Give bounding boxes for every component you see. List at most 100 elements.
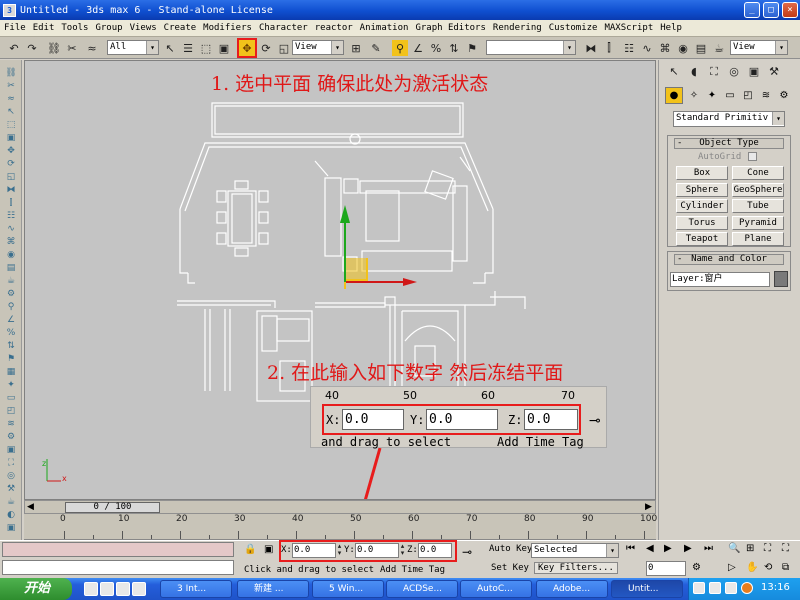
zoom-all-icon[interactable]: ⊞	[746, 543, 754, 554]
manipulate-icon[interactable]: ✎	[368, 40, 384, 56]
schematic-icon[interactable]: ⌘	[3, 235, 19, 248]
quicklaunch-desktop-icon[interactable]	[100, 582, 114, 596]
render-scene-icon[interactable]: ▤	[693, 40, 709, 56]
select-and-move-icon[interactable]: ✥	[237, 38, 257, 58]
spinner-snap-icon[interactable]: ⇅	[446, 40, 462, 56]
inset-y-field[interactable]: 0.0	[426, 409, 498, 430]
pivot-center-icon[interactable]: ⊞	[348, 40, 364, 56]
display-tab-icon[interactable]: ▣	[745, 63, 763, 80]
prev-frame-icon[interactable]: ◀	[646, 543, 654, 554]
pan-icon[interactable]: ✋	[746, 562, 758, 573]
angle-snap-icon[interactable]: ∠	[410, 40, 426, 56]
menu-views[interactable]: Views	[126, 23, 160, 33]
primitive-geosphere-button[interactable]: GeoSphere	[732, 182, 784, 197]
quicklaunch-media-icon[interactable]	[116, 582, 130, 596]
rotate-icon[interactable]: ⟳	[258, 40, 274, 56]
menu-modifiers[interactable]: Modifiers	[199, 23, 255, 33]
snaps-toggle-icon[interactable]: ⚲	[392, 40, 408, 56]
tray-language-icon[interactable]	[693, 582, 705, 594]
primitive-box-button[interactable]: Box	[676, 166, 728, 180]
menu-animation[interactable]: Animation	[356, 23, 412, 33]
maxscript-listener-pink[interactable]	[2, 542, 234, 557]
percent-snap-icon[interactable]: %	[428, 40, 444, 56]
zoom-icon[interactable]: 🔍	[728, 543, 740, 554]
unlink-icon[interactable]: ✂	[3, 79, 19, 92]
y-spinner[interactable]: ▴ ▾	[399, 543, 406, 558]
set-key-button[interactable]: Set Key	[491, 563, 529, 573]
taskbar-item[interactable]: Untit...	[611, 580, 683, 598]
perspective-viewport[interactable]: 1. 选中平面 确保此处为激活状态 2. 在此输入如下数字 然后冻结平面 z x…	[24, 60, 656, 500]
maxscript-listener-white[interactable]	[2, 560, 234, 575]
align-icon[interactable]: ⫿	[601, 40, 617, 56]
go-to-start-icon[interactable]: ⏮	[626, 543, 635, 554]
menu-group[interactable]: Group	[91, 23, 125, 33]
reference-coordinate-select[interactable]: View	[292, 40, 344, 55]
layer-manager-icon[interactable]: ☷	[621, 40, 637, 56]
primitive-tube-button[interactable]: Tube	[732, 199, 784, 213]
zoom-extents-all-icon[interactable]: ⛶	[782, 543, 789, 554]
scale-icon[interactable]: ◱	[3, 170, 19, 183]
shapes-icon[interactable]: ✧	[685, 87, 703, 104]
material-editor-icon[interactable]: ◉	[3, 248, 19, 261]
go-to-end-icon[interactable]: ⏭	[704, 543, 713, 554]
quicklaunch-folder-icon[interactable]	[132, 582, 146, 596]
bind-space-warp-icon[interactable]: ≈	[84, 40, 100, 56]
menu-file[interactable]: File	[0, 23, 29, 33]
menu-character[interactable]: Character	[255, 23, 311, 33]
x-spinner[interactable]: ▴ ▾	[336, 543, 343, 558]
rotate-icon[interactable]: ⟳	[3, 157, 19, 170]
object-type-header[interactable]: - Object Type	[674, 138, 784, 149]
select-object-icon[interactable]: ↖	[162, 40, 178, 56]
start-button[interactable]: 开始	[0, 578, 72, 600]
hierarchy-icon[interactable]: ⛶	[3, 456, 19, 469]
maximize-viewport-icon[interactable]: ⧉	[782, 562, 789, 573]
minimize-icon[interactable]: _	[744, 2, 760, 18]
select-region-icon[interactable]: ⬚	[3, 118, 19, 131]
select-region-icon[interactable]: ⬚	[198, 40, 214, 56]
unlink-icon[interactable]: ✂	[64, 40, 80, 56]
utilities-tab-icon[interactable]: ⚒	[765, 63, 783, 80]
taskbar-item[interactable]: ACDSe...	[386, 580, 458, 598]
menu-graph-editors[interactable]: Graph Editors	[411, 23, 488, 33]
menu-rendering[interactable]: Rendering	[489, 23, 545, 33]
zoom-extents-icon[interactable]: ⛶	[764, 543, 771, 554]
light-icon[interactable]: ✦	[3, 378, 19, 391]
maximize-icon[interactable]: □	[763, 2, 779, 18]
current-frame-field[interactable]: 0	[646, 561, 686, 576]
mirror-icon[interactable]: ⧓	[3, 183, 19, 196]
cameras-icon[interactable]: ▭	[721, 87, 739, 104]
time-slider[interactable]: 0 / 100	[65, 502, 160, 513]
select-link-icon[interactable]: ⛓	[46, 40, 62, 56]
select-window-icon[interactable]: ▣	[3, 131, 19, 144]
curve-editor-icon[interactable]: ∿	[3, 222, 19, 235]
time-config-icon[interactable]: ⚙	[692, 562, 701, 573]
primitive-cylinder-button[interactable]: Cylinder	[676, 199, 728, 213]
select-move-icon[interactable]: ✥	[3, 144, 19, 157]
mirror-icon[interactable]: ⧓	[583, 40, 599, 56]
field-of-view-icon[interactable]: ▷	[728, 562, 736, 573]
quick-render-icon[interactable]: ☕	[711, 40, 727, 56]
status-z-field[interactable]: 0.0	[418, 543, 452, 558]
grid-icon[interactable]: ▦	[3, 365, 19, 378]
inset-add-time-tag[interactable]: Add Time Tag	[497, 435, 584, 449]
motion-tab-icon[interactable]: ◎	[725, 63, 743, 80]
utility-icon[interactable]: ⚒	[3, 482, 19, 495]
undo-icon[interactable]: ↶	[6, 40, 22, 56]
add-time-tag-button[interactable]: Add Time Tag	[380, 565, 445, 575]
tray-network-icon[interactable]	[725, 582, 737, 594]
autogrid-checkbox[interactable]	[748, 152, 757, 161]
window-crossing-icon[interactable]: ▣	[216, 40, 232, 56]
arc-rotate-icon[interactable]: ⟲	[764, 562, 772, 573]
hierarchy-tab-icon[interactable]: ⛶	[705, 63, 723, 80]
time-slider-prev-icon[interactable]: ◀	[27, 502, 34, 512]
named-selection-sets-select[interactable]	[486, 40, 576, 55]
menu-help[interactable]: Help	[656, 23, 685, 33]
lock-selection-icon[interactable]: 🔒	[244, 544, 256, 555]
menu-create[interactable]: Create	[160, 23, 200, 33]
menu-tools[interactable]: Tools	[57, 23, 91, 33]
inset-x-field[interactable]: 0.0	[342, 409, 404, 430]
menu-edit[interactable]: Edit	[29, 23, 58, 33]
play-icon[interactable]: ▶	[664, 543, 672, 554]
max-icon[interactable]: ▣	[3, 521, 19, 534]
menu-maxscript[interactable]: MAXScript	[600, 23, 656, 33]
